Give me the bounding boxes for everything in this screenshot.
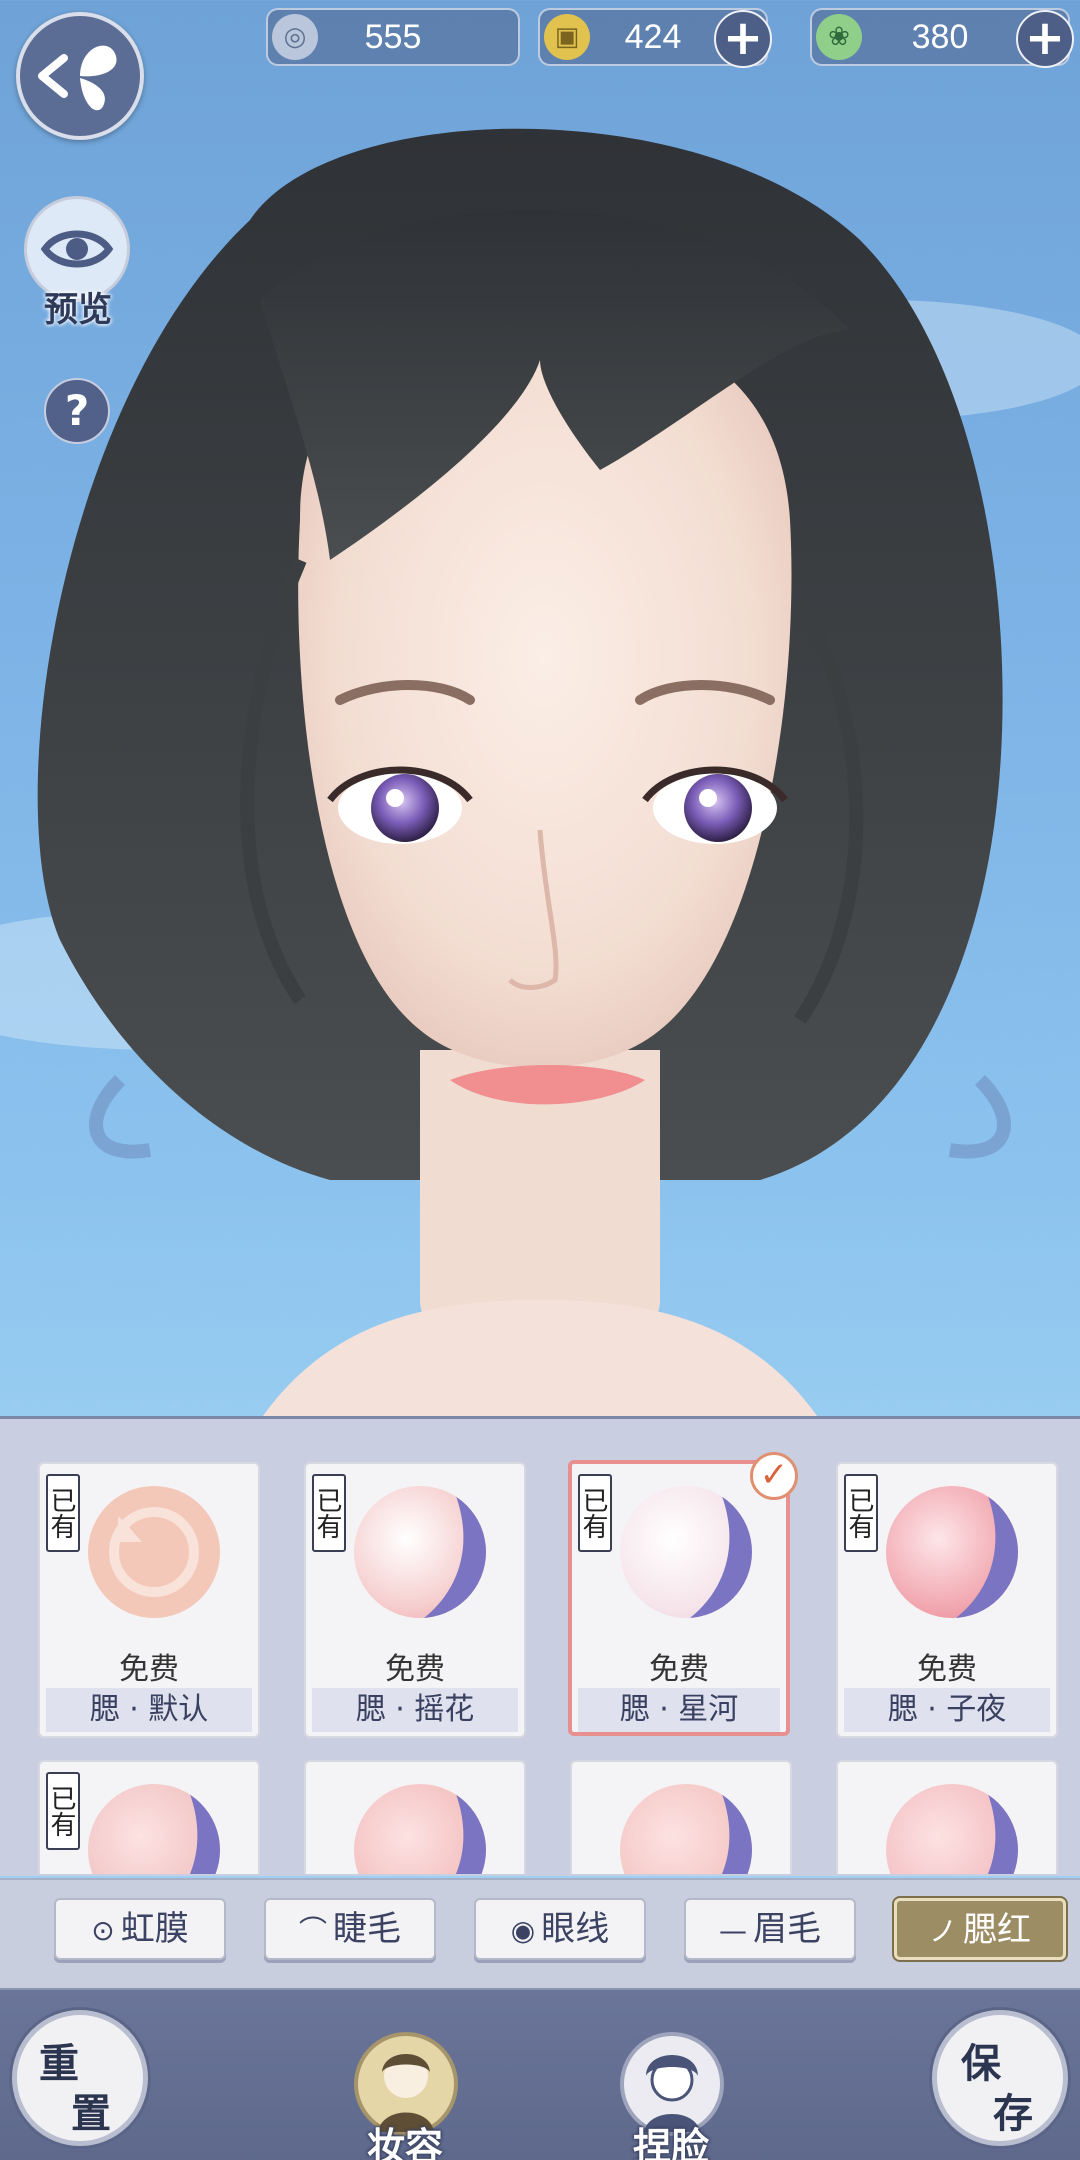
gold-coin-icon: ▣	[544, 14, 590, 60]
save-label-2: 存	[993, 2090, 1033, 2137]
makeup-item-card[interactable]: 已有 免费 腮 · 摇花	[304, 1462, 526, 1738]
owned-badge: 已有	[312, 1474, 346, 1552]
item-price: 免费	[649, 1652, 709, 1687]
tab-label: 腮红	[963, 1910, 1031, 1950]
blush-swatch	[88, 1784, 220, 1874]
help-button[interactable]: ?	[44, 378, 110, 444]
jade-token-icon: ❀	[816, 14, 862, 60]
makeup-item-card[interactable]: 已有 免费 腮 · 子夜	[836, 1462, 1058, 1738]
tab-eyelashes[interactable]: ⌒ 睫毛	[264, 1898, 436, 1960]
makeup-category-tabs: ⊙ 虹膜 ⌒ 睫毛 ◉ 眼线 — 眉毛 ノ腮红	[0, 1878, 1080, 1990]
makeup-item-card[interactable]: 已有	[38, 1760, 260, 1874]
tab-blush[interactable]: ノ腮红	[894, 1898, 1066, 1960]
blush-swatch	[88, 1486, 220, 1618]
selected-check-icon: ✓	[750, 1452, 798, 1500]
makeup-nav-label: 妆容	[366, 2124, 443, 2160]
item-name: 腮 · 摇花	[312, 1688, 518, 1732]
save-button[interactable]: 保 存	[932, 2010, 1068, 2146]
item-price: 免费	[917, 1652, 977, 1687]
currency-jade: ❀ 380 +	[810, 8, 1074, 68]
currency-gold-value: 424	[624, 17, 682, 56]
makeup-item-card[interactable]	[570, 1760, 792, 1874]
makeup-item-card[interactable]: 已有 免费 腮 · 星河	[568, 1460, 790, 1736]
item-price: 免费	[119, 1652, 179, 1687]
tab-label: 虹膜	[120, 1909, 189, 1949]
silver-coin-icon: ◎	[272, 14, 318, 60]
character-viewport[interactable]	[0, 0, 1080, 1420]
add-jade-button[interactable]: +	[1016, 10, 1074, 68]
blush-brush-icon: ノ	[928, 1915, 957, 1948]
makeup-item-card[interactable]	[836, 1760, 1058, 1874]
eyelash-icon: ⌒	[298, 1914, 327, 1947]
tab-label: 眼线	[541, 1909, 610, 1949]
back-button[interactable]	[16, 12, 144, 140]
tab-label: 睫毛	[333, 1909, 401, 1949]
makeup-item-card[interactable]	[304, 1760, 526, 1874]
makeup-item-card[interactable]: 已有 免费 腮 · 默认	[38, 1462, 260, 1738]
preview-label: 预览	[44, 290, 112, 330]
eyebrow-icon: —	[719, 1914, 747, 1947]
currency-gold: ▣ 424 +	[538, 8, 772, 68]
makeup-item-grid[interactable]: 已有 免费 腮 · 默认 已有 免费 腮 · 摇花 已有 免费 腮 · 星河 ✓…	[0, 1422, 1080, 1874]
reset-button[interactable]: 重 置	[12, 2010, 148, 2146]
owned-badge: 已有	[46, 1474, 80, 1552]
bottom-navigation	[0, 1990, 1080, 2160]
item-name: 腮 · 默认	[46, 1688, 252, 1732]
currency-silver: ◎ 555	[266, 8, 520, 66]
owned-badge: 已有	[46, 1772, 80, 1850]
tab-iris[interactable]: ⊙ 虹膜	[54, 1898, 226, 1960]
tab-label: 眉毛	[753, 1909, 821, 1949]
owned-badge: 已有	[844, 1474, 878, 1552]
character-portrait	[0, 128, 1080, 1420]
tab-eyeliner[interactable]: ◉ 眼线	[474, 1898, 646, 1960]
blush-swatch	[886, 1486, 1018, 1618]
currency-jade-value: 380	[911, 17, 969, 56]
item-name: 腮 · 子夜	[844, 1688, 1050, 1732]
reset-label-2: 置	[71, 2090, 111, 2137]
blush-swatch	[620, 1784, 752, 1874]
butterfly-back-icon	[38, 45, 117, 111]
item-price: 免费	[385, 1652, 445, 1687]
face-nav-label: 捏脸	[632, 2124, 709, 2160]
blush-swatch	[886, 1784, 1018, 1874]
blush-swatch	[620, 1486, 752, 1618]
blush-swatch	[354, 1784, 486, 1874]
iris-icon: ⊙	[91, 1914, 115, 1947]
item-name: 腮 · 星河	[578, 1688, 780, 1732]
currency-silver-value: 555	[364, 17, 422, 56]
tab-eyebrows[interactable]: — 眉毛	[684, 1898, 856, 1960]
add-gold-button[interactable]: +	[714, 10, 772, 68]
owned-badge: 已有	[578, 1474, 612, 1552]
blush-swatch	[354, 1486, 486, 1618]
eye-icon: ◉	[510, 1914, 536, 1947]
default-reset-icon	[109, 1507, 199, 1597]
